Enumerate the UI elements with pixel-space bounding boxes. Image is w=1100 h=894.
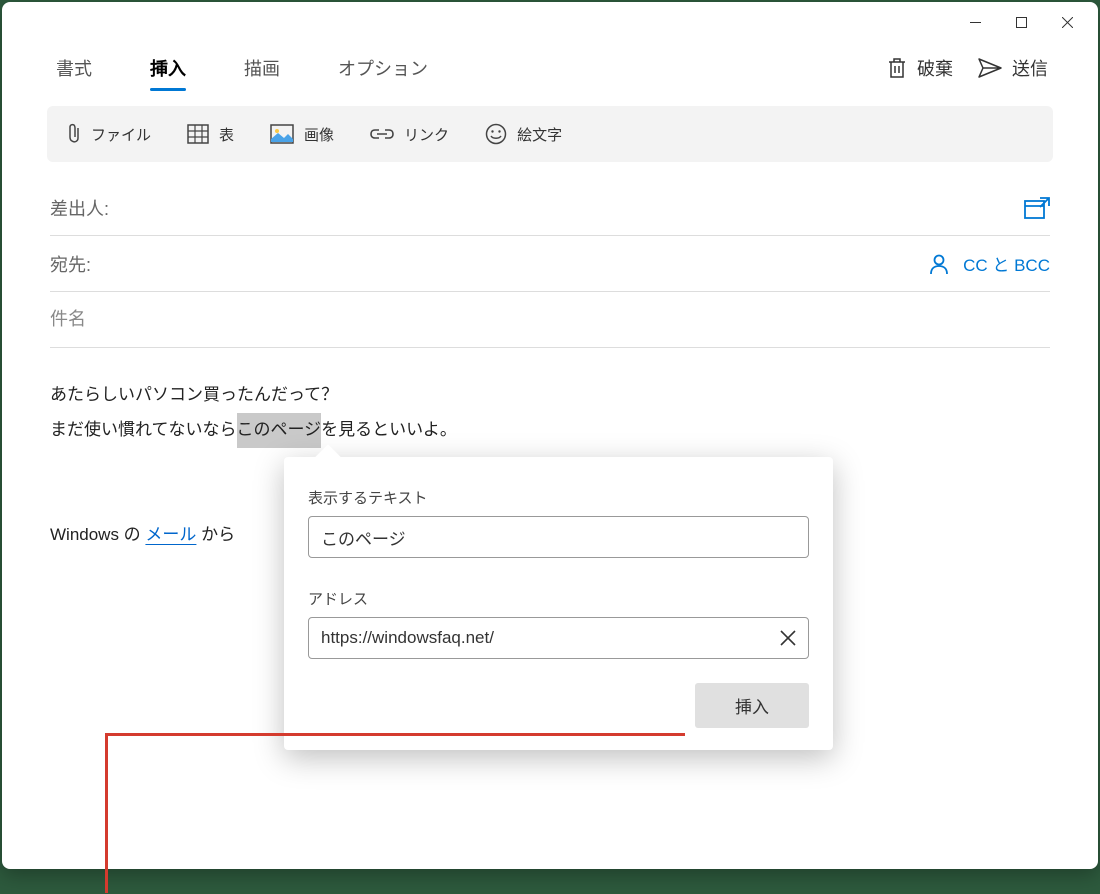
ccbcc-button[interactable]: CC と BCC bbox=[963, 251, 1050, 276]
annotation-callout bbox=[105, 733, 685, 893]
tool-link-label: リンク bbox=[404, 124, 449, 145]
popout-button[interactable] bbox=[1024, 197, 1050, 219]
discard-button[interactable]: 破棄 bbox=[887, 55, 953, 81]
display-text-wrap bbox=[308, 516, 809, 558]
titlebar bbox=[2, 2, 1098, 42]
tool-table[interactable]: 表 bbox=[187, 124, 234, 145]
discard-label: 破棄 bbox=[917, 55, 953, 81]
popover-footer: 挿入 bbox=[308, 683, 809, 728]
to-label: 宛先: bbox=[50, 251, 91, 277]
maximize-icon bbox=[1016, 17, 1027, 28]
subject-input[interactable] bbox=[50, 309, 1050, 330]
tool-emoji[interactable]: 絵文字 bbox=[485, 123, 562, 145]
to-input[interactable] bbox=[91, 253, 919, 274]
tool-link[interactable]: リンク bbox=[370, 124, 449, 145]
contacts-button[interactable] bbox=[929, 253, 949, 275]
from-label: 差出人: bbox=[50, 195, 109, 221]
body-line-1: あたらしいパソコン買ったんだって？ bbox=[50, 378, 1050, 413]
tool-file-label: ファイル bbox=[91, 124, 151, 145]
insert-link-button[interactable]: 挿入 bbox=[695, 683, 809, 728]
clear-address-button[interactable] bbox=[780, 630, 796, 646]
mail-app-link[interactable]: メール bbox=[145, 525, 196, 544]
from-field-row: 差出人: bbox=[50, 180, 1050, 236]
send-button[interactable]: 送信 bbox=[978, 55, 1048, 81]
close-icon bbox=[1062, 17, 1073, 28]
selected-text: このページ bbox=[237, 413, 322, 448]
insert-toolbar: ファイル 表 画像 リンク 絵文字 bbox=[47, 106, 1053, 162]
compose-window: 書式 挿入 描画 オプション 破棄 送信 ファイル 表 画像 リンク bbox=[2, 2, 1098, 869]
tool-table-label: 表 bbox=[219, 124, 234, 145]
address-wrap bbox=[308, 617, 809, 659]
tab-options[interactable]: オプション bbox=[334, 47, 432, 89]
from-input[interactable] bbox=[109, 197, 1024, 218]
link-icon bbox=[370, 127, 394, 141]
body-line-2: まだ使い慣れてないならこのページを見るといいよ。 bbox=[50, 413, 1050, 448]
address-label: アドレス bbox=[308, 588, 809, 609]
paperclip-icon bbox=[67, 123, 81, 145]
person-icon bbox=[929, 253, 949, 275]
minimize-icon bbox=[970, 22, 981, 23]
maximize-button[interactable] bbox=[998, 6, 1044, 38]
to-field-row: 宛先: CC と BCC bbox=[50, 236, 1050, 292]
image-icon bbox=[270, 124, 294, 144]
tabs-row: 書式 挿入 描画 オプション 破棄 送信 bbox=[2, 42, 1098, 94]
table-icon bbox=[187, 124, 209, 144]
link-popover: 表示するテキスト アドレス 挿入 bbox=[284, 457, 833, 750]
trash-icon bbox=[887, 57, 907, 79]
address-input[interactable] bbox=[321, 628, 780, 648]
tab-draw[interactable]: 描画 bbox=[240, 47, 284, 89]
minimize-button[interactable] bbox=[952, 6, 998, 38]
emoji-icon bbox=[485, 123, 507, 145]
send-icon bbox=[978, 58, 1002, 78]
tool-image-label: 画像 bbox=[304, 124, 334, 145]
close-button[interactable] bbox=[1044, 6, 1090, 38]
tab-insert[interactable]: 挿入 bbox=[146, 47, 190, 89]
tab-format[interactable]: 書式 bbox=[52, 47, 96, 89]
display-text-label: 表示するテキスト bbox=[308, 487, 809, 508]
subject-field-row bbox=[50, 292, 1050, 348]
send-label: 送信 bbox=[1012, 55, 1048, 81]
tool-file[interactable]: ファイル bbox=[67, 123, 151, 145]
popout-icon bbox=[1024, 197, 1050, 219]
tool-emoji-label: 絵文字 bbox=[517, 124, 562, 145]
x-icon bbox=[780, 630, 796, 646]
tool-image[interactable]: 画像 bbox=[270, 124, 334, 145]
display-text-input[interactable] bbox=[321, 527, 796, 547]
